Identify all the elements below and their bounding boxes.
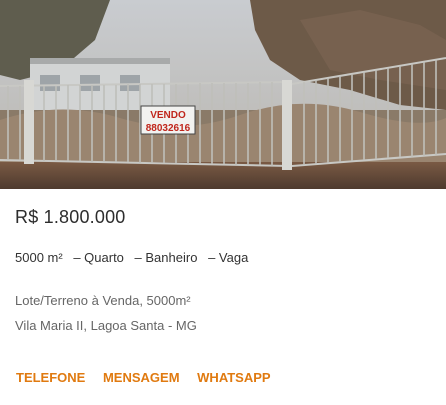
listing-address: Vila Maria II, Lagoa Santa - MG: [15, 318, 197, 333]
listing-description: Lote/Terreno à Venda, 5000m²: [15, 293, 191, 308]
listing-actions: TELEFONE MENSAGEM WHATSAPP: [16, 370, 285, 385]
mensagem-button[interactable]: MENSAGEM: [103, 370, 180, 385]
for-sale-sign: VENDO 88032616: [140, 105, 196, 135]
listing-features: 5000 m² – Quarto – Banheiro – Vaga: [15, 250, 255, 265]
feature-banheiro: – Banheiro: [134, 250, 198, 265]
sign-title: VENDO: [150, 110, 186, 121]
feature-area: 5000 m²: [15, 250, 63, 265]
listing-price: R$ 1.800.000: [15, 207, 126, 227]
property-photo[interactable]: VENDO 88032616: [0, 0, 446, 189]
feature-quarto: – Quarto: [73, 250, 124, 265]
sign-phone: 88032616: [146, 123, 191, 134]
feature-vaga: – Vaga: [208, 250, 249, 265]
telefone-button[interactable]: TELEFONE: [16, 370, 85, 385]
whatsapp-button[interactable]: WHATSAPP: [197, 370, 270, 385]
